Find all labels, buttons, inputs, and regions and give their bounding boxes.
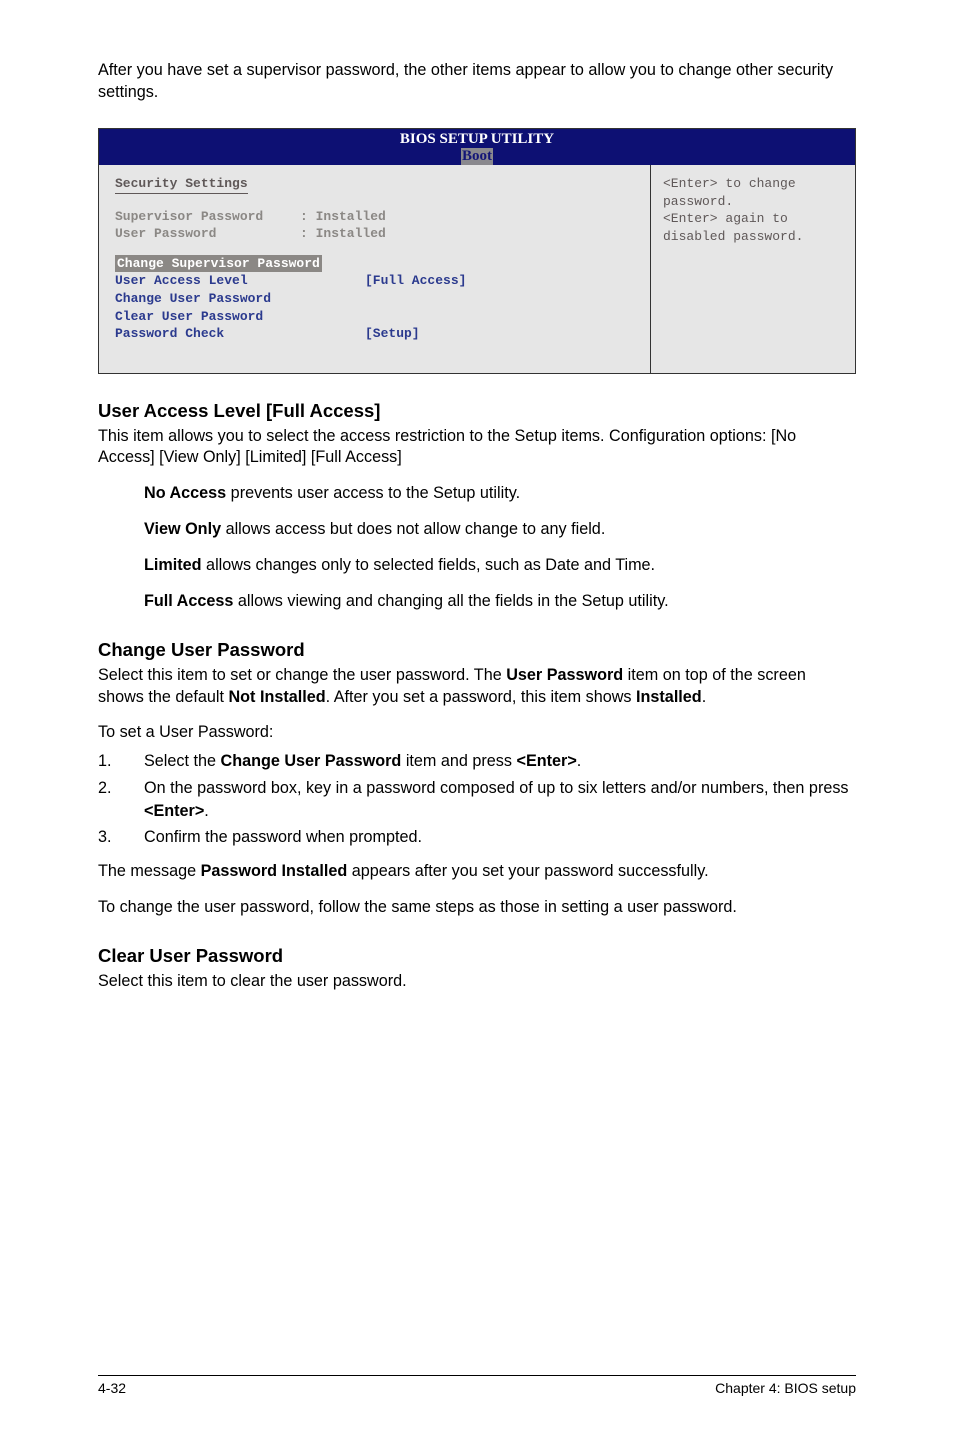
cup-body-1: Select this item to set or change the us…	[98, 665, 856, 709]
bios-help-text-2: <Enter> again to disabled password.	[663, 210, 843, 245]
ual-view-only: View Only allows access but does not all…	[98, 519, 856, 541]
supervisor-pw-value: : Installed	[300, 208, 386, 226]
clear-user-pw: Clear User Password	[115, 308, 634, 326]
user-pw-value: : Installed	[300, 225, 386, 243]
password-check-label: Password Check	[115, 325, 365, 343]
change-user-pw: Change User Password	[115, 290, 634, 308]
page-footer: 4-32 Chapter 4: BIOS setup	[98, 1375, 856, 1396]
bios-left-pane: Security Settings Supervisor Password : …	[99, 165, 651, 372]
ual-body: This item allows you to select the acces…	[98, 426, 856, 470]
bios-title-line2: Boot	[461, 148, 493, 165]
user-access-level-value: [Full Access]	[365, 272, 466, 290]
bios-help-text-1: <Enter> to change password.	[663, 175, 843, 210]
bios-title-line1: BIOS SETUP UTILITY	[99, 131, 855, 148]
step-3: 3.Confirm the password when prompted.	[98, 826, 856, 849]
user-access-level-label: User Access Level	[115, 272, 365, 290]
clp-heading: Clear User Password	[98, 945, 856, 967]
clp-body: Select this item to clear the user passw…	[98, 971, 856, 993]
step-2: 2.On the password box, key in a password…	[98, 777, 856, 822]
cup-body-4: To change the user password, follow the …	[98, 897, 856, 919]
supervisor-pw-label: Supervisor Password	[115, 208, 300, 226]
change-supervisor-pw: Change Supervisor Password	[115, 255, 322, 273]
cup-heading: Change User Password	[98, 639, 856, 661]
bios-title-bar: BIOS SETUP UTILITY Boot	[99, 129, 855, 166]
step-1: 1.Select the Change User Password item a…	[98, 750, 856, 773]
bios-help-pane: <Enter> to change password. <Enter> agai…	[651, 165, 855, 372]
cup-body-2: To set a User Password:	[98, 722, 856, 744]
page-number: 4-32	[98, 1380, 126, 1396]
bios-screenshot: BIOS SETUP UTILITY Boot Security Setting…	[98, 128, 856, 374]
bios-section-title: Security Settings	[115, 175, 248, 194]
cup-steps: 1.Select the Change User Password item a…	[98, 750, 856, 849]
ual-limited: Limited allows changes only to selected …	[98, 555, 856, 577]
ual-full-access: Full Access allows viewing and changing …	[98, 591, 856, 613]
cup-body-3: The message Password Installed appears a…	[98, 861, 856, 883]
user-pw-label: User Password	[115, 225, 300, 243]
password-check-value: [Setup]	[365, 325, 420, 343]
ual-no-access: No Access prevents user access to the Se…	[98, 483, 856, 505]
chapter-label: Chapter 4: BIOS setup	[715, 1380, 856, 1396]
intro-text: After you have set a supervisor password…	[98, 60, 856, 104]
ual-heading: User Access Level [Full Access]	[98, 400, 856, 422]
